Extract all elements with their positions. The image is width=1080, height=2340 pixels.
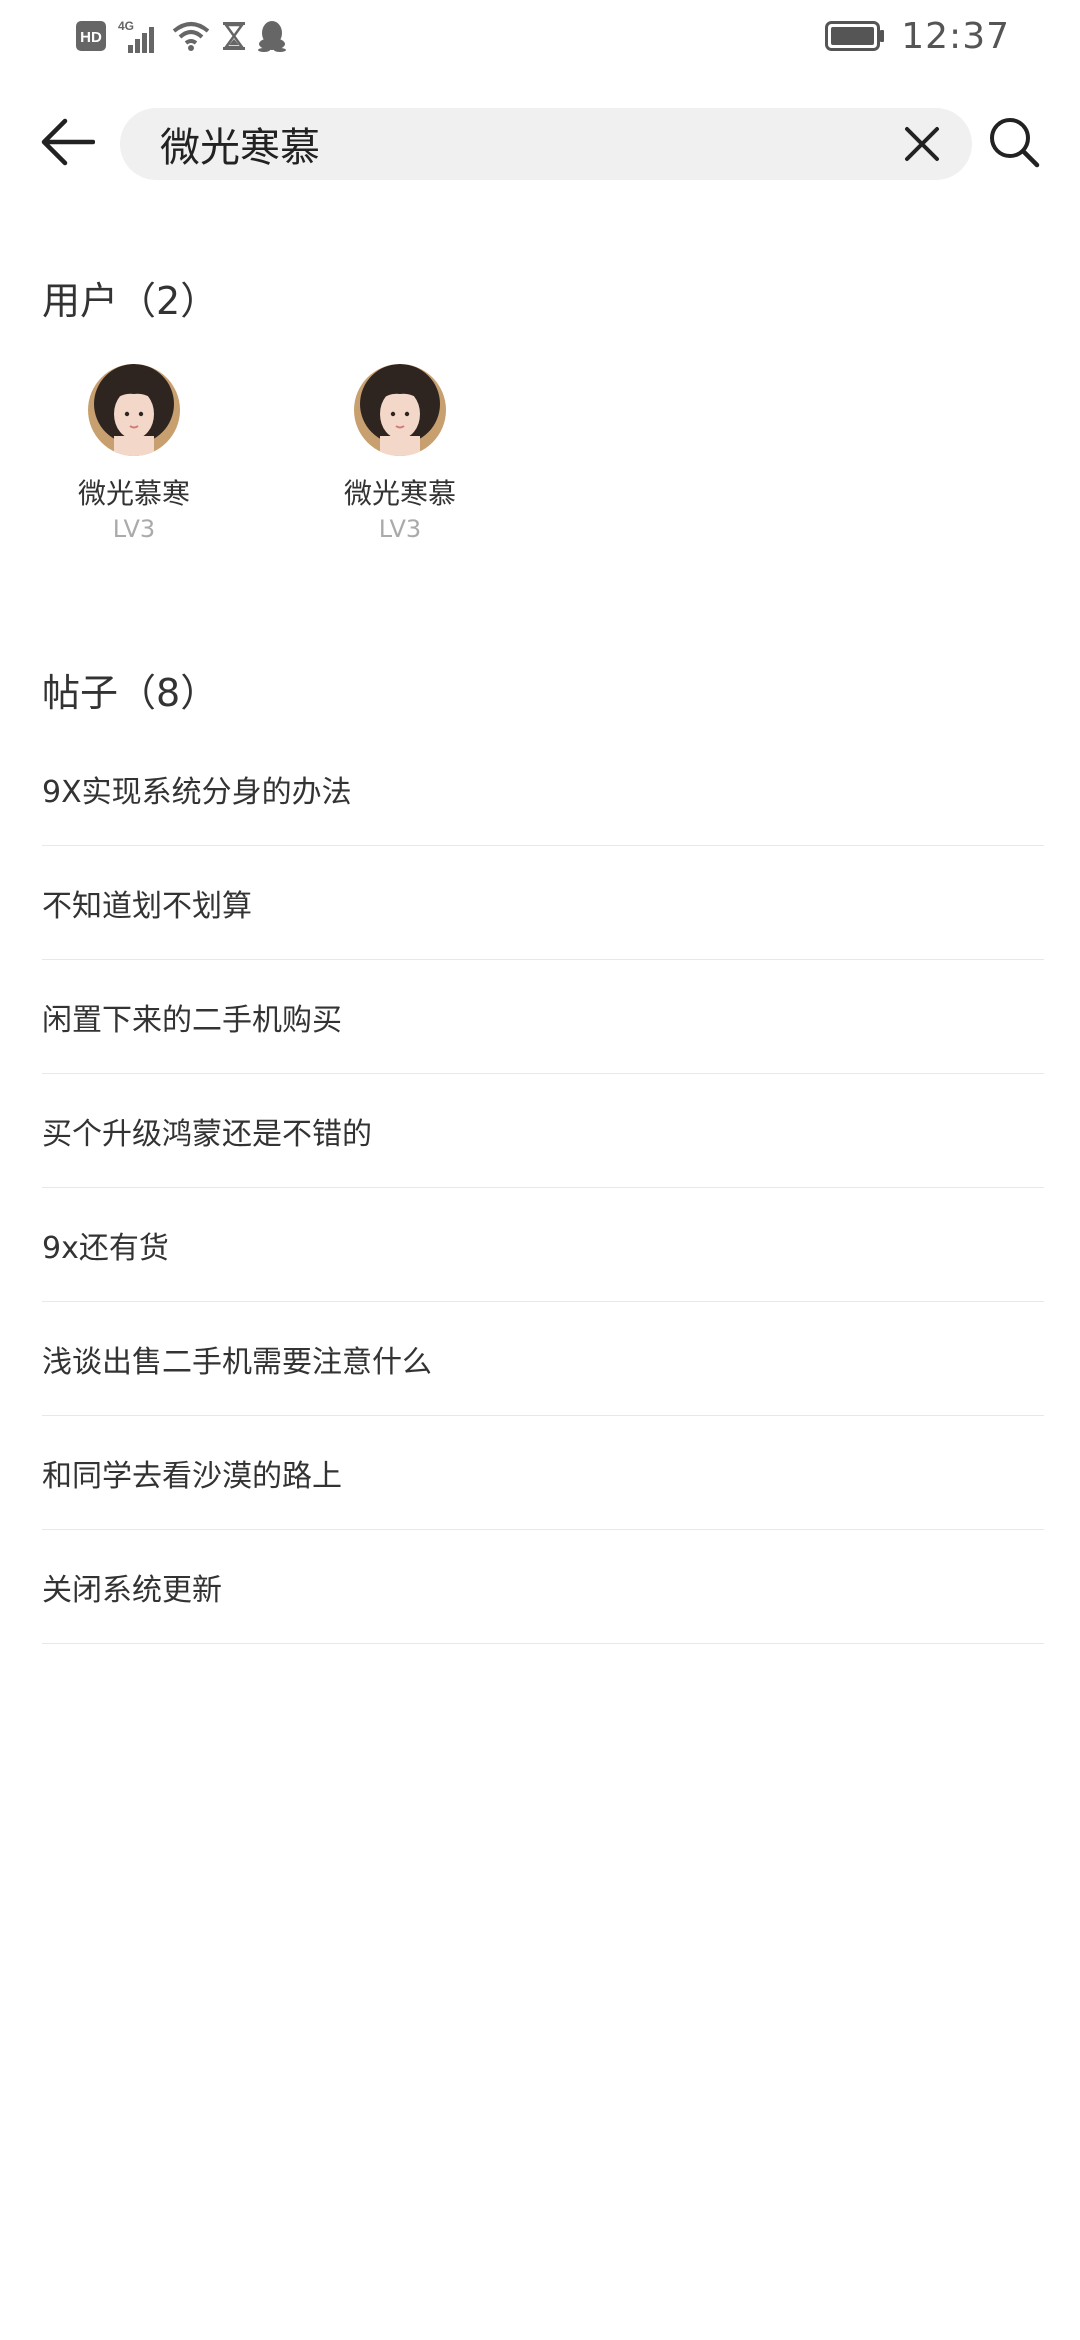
back-button[interactable] bbox=[38, 114, 98, 170]
avatar[interactable] bbox=[88, 364, 180, 456]
user-card[interactable]: 微光寒慕 LV3 bbox=[300, 364, 500, 544]
status-time: 12:37 bbox=[901, 15, 1010, 57]
signal-icon: 4G bbox=[118, 19, 154, 53]
user-name[interactable]: 微光寒慕 bbox=[300, 476, 500, 512]
avatar-image bbox=[354, 364, 446, 456]
svg-text:4G: 4G bbox=[118, 19, 134, 33]
search-header bbox=[0, 104, 1080, 180]
post-item[interactable]: 9X实现系统分身的办法 bbox=[42, 732, 1044, 846]
posts-list: 9X实现系统分身的办法 不知道划不划算 闲置下来的二手机购买 买个升级鸿蒙还是不… bbox=[42, 732, 1044, 1644]
post-item[interactable]: 浅谈出售二手机需要注意什么 bbox=[42, 1302, 1044, 1416]
users-list: 微光慕寒 LV3 微光寒慕 LV3 bbox=[0, 364, 1080, 564]
users-count: （2） bbox=[118, 279, 219, 323]
users-title-label: 用户 bbox=[42, 279, 119, 323]
wifi-icon bbox=[172, 22, 210, 51]
posts-count: （8） bbox=[118, 671, 219, 715]
post-item[interactable]: 买个升级鸿蒙还是不错的 bbox=[42, 1074, 1044, 1188]
user-name[interactable]: 微光慕寒 bbox=[34, 476, 234, 512]
posts-section-title: 帖子（8） bbox=[42, 662, 218, 717]
posts-title-label: 帖子 bbox=[42, 671, 119, 715]
avatar-image bbox=[88, 364, 180, 456]
post-item[interactable]: 不知道划不划算 bbox=[42, 846, 1044, 960]
back-arrow-icon bbox=[41, 118, 95, 166]
search-box[interactable] bbox=[120, 108, 972, 180]
post-item[interactable]: 和同学去看沙漠的路上 bbox=[42, 1416, 1044, 1530]
status-icons-left: HD 4G bbox=[76, 16, 286, 56]
users-section-title: 用户（2） bbox=[42, 270, 218, 325]
hourglass-icon bbox=[223, 22, 245, 50]
user-card[interactable]: 微光慕寒 LV3 bbox=[34, 364, 234, 544]
search-icon bbox=[990, 118, 1040, 168]
post-item[interactable]: 闲置下来的二手机购买 bbox=[42, 960, 1044, 1074]
status-bar: HD 4G 12:37 bbox=[0, 0, 1080, 80]
qq-penguin-icon bbox=[258, 21, 286, 52]
svg-text:HD: HD bbox=[80, 29, 102, 46]
post-item[interactable]: 关闭系统更新 bbox=[42, 1530, 1044, 1644]
clear-button[interactable] bbox=[902, 124, 942, 164]
post-item[interactable]: 9x还有货 bbox=[42, 1188, 1044, 1302]
search-input[interactable] bbox=[160, 108, 880, 180]
close-icon bbox=[905, 127, 939, 161]
avatar[interactable] bbox=[354, 364, 446, 456]
status-icons-right: 12:37 bbox=[825, 14, 1010, 58]
battery-icon bbox=[825, 21, 885, 51]
hd-icon: HD bbox=[76, 21, 106, 51]
search-button[interactable] bbox=[986, 114, 1042, 170]
user-level-badge: LV3 bbox=[112, 515, 156, 543]
user-level-badge: LV3 bbox=[378, 515, 422, 543]
